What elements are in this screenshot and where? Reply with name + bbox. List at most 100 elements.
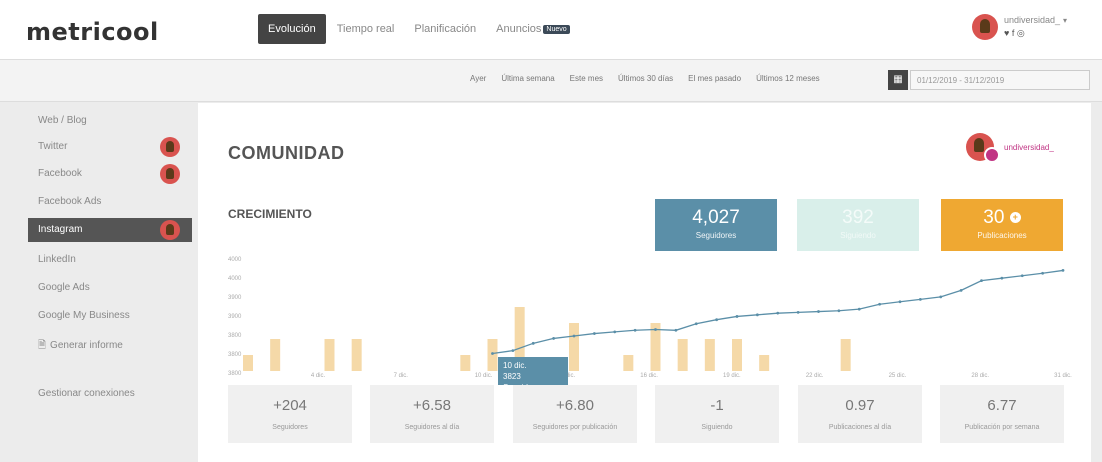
- metric-value: +6.80: [556, 397, 594, 414]
- sidebar-item-label: Facebook Ads: [38, 196, 102, 207]
- stat-label: Seguidores: [695, 231, 737, 240]
- sidebar-item-facebook[interactable]: Facebook: [28, 162, 192, 186]
- range-ayer[interactable]: Ayer: [470, 74, 486, 83]
- nav-anuncios[interactable]: Anuncios Nuevo: [487, 16, 579, 42]
- metric-label: Publicación por semana: [964, 424, 1040, 431]
- sidebar-item-generar-informe[interactable]: 🗎 Generar informe: [28, 332, 192, 356]
- metric-value: +204: [273, 397, 307, 414]
- main-panel: COMUNIDAD undiversidad_ CRECIMIENTO 4,02…: [198, 103, 1091, 462]
- chart-point: [918, 297, 922, 301]
- sidebar-item-twitter[interactable]: Twitter: [28, 135, 192, 159]
- x-tick-label: 10 dic.: [475, 373, 493, 379]
- sidebar-item-label: Google My Business: [38, 310, 130, 321]
- range-este-mes[interactable]: Este mes: [570, 74, 603, 83]
- sidebar-item-label: Generar informe: [50, 340, 123, 351]
- chart-point: [1020, 274, 1024, 278]
- metric-value: 6.77: [987, 397, 1017, 414]
- stat-number: 30: [983, 207, 1005, 228]
- range-mes-pasado[interactable]: El mes pasado: [688, 74, 741, 83]
- sidebar-item-linkedin[interactable]: LinkedIn: [28, 248, 192, 272]
- x-tick-label: 31 dic.: [1054, 373, 1072, 379]
- sidebar-item-web-blog[interactable]: Web / Blog: [28, 109, 192, 133]
- y-tick-label: 3900: [228, 295, 242, 301]
- x-tick-label: 16 dic.: [640, 373, 658, 379]
- sidebar-item-instagram[interactable]: Instagram: [28, 218, 192, 242]
- y-tick-label: 3900: [228, 314, 242, 320]
- profile-badge[interactable]: undiversidad_: [966, 133, 1054, 163]
- sidebar: Web / Blog Twitter Facebook Facebook Ads…: [0, 103, 196, 462]
- chart-tooltip: 10 dic. 3823 Seguidores: [498, 357, 568, 392]
- chart-point: [959, 288, 963, 292]
- user-info: undiversidad_ ▾ ♥ f ◎: [1004, 14, 1067, 39]
- stat-value: 30 +: [941, 207, 1063, 229]
- nav-evolucion[interactable]: Evolución: [258, 14, 326, 44]
- sidebar-item-google-ads[interactable]: Google Ads: [28, 276, 192, 300]
- chart-point: [694, 322, 698, 326]
- stat-label: Siguiendo: [840, 231, 876, 240]
- chart-point: [592, 332, 596, 335]
- x-tick-label: 25 dic.: [889, 373, 907, 379]
- chart-bar: [840, 339, 851, 371]
- chart-point: [1041, 271, 1045, 275]
- chart-bar: [623, 355, 634, 371]
- sidebar-item-facebook-ads[interactable]: Facebook Ads: [28, 190, 192, 214]
- calendar-icon[interactable]: ▦: [888, 70, 908, 90]
- nav-tiempo-real[interactable]: Tiempo real: [328, 16, 404, 42]
- sidebar-item-gestionar-conexiones[interactable]: Gestionar conexiones: [28, 382, 192, 406]
- chart-point: [511, 349, 515, 353]
- chart-point: [674, 328, 678, 332]
- date-range-input[interactable]: 01/12/2019 - 31/12/2019: [910, 70, 1090, 90]
- x-tick-label: 19 dic.: [723, 373, 741, 379]
- metric-label: Seguidores al día: [404, 424, 460, 431]
- user-avatar: [972, 14, 998, 40]
- sidebar-item-label: Instagram: [38, 224, 83, 235]
- chart-point: [837, 309, 841, 313]
- chart-point: [715, 318, 719, 322]
- instagram-icon: [984, 147, 1000, 163]
- chart-bar: [759, 355, 770, 371]
- range-ultimos-30[interactable]: Últimos 30 días: [618, 74, 673, 83]
- sidebar-item-label: Google Ads: [38, 282, 90, 293]
- sidebar-item-google-my-business[interactable]: Google My Business: [28, 304, 192, 328]
- metric-label: Seguidores: [272, 424, 308, 431]
- document-icon: 🗎: [38, 340, 47, 351]
- metric-seguidores-publicacion: +6.80 Seguidores por publicación: [513, 385, 637, 443]
- metric-seguidores: +204 Seguidores: [228, 385, 352, 443]
- account-avatar: [160, 220, 180, 240]
- chart-bar: [487, 339, 498, 371]
- chart-point: [776, 311, 780, 315]
- x-tick-label: 28 dic.: [971, 373, 989, 379]
- account-avatar: [160, 164, 180, 184]
- metric-seguidores-dia: +6.58 Seguidores al día: [370, 385, 494, 443]
- metric-label: Siguiendo: [701, 424, 733, 431]
- chart-point: [552, 337, 556, 340]
- metric-value: +6.58: [413, 397, 451, 414]
- app-logo[interactable]: metricool: [26, 18, 159, 46]
- metric-publicaciones-dia: 0.97 Publicaciones al día: [798, 385, 922, 443]
- range-ultima-semana[interactable]: Última semana: [501, 74, 554, 83]
- tooltip-date: 10 dic.: [503, 361, 527, 370]
- user-menu[interactable]: undiversidad_ ▾ ♥ f ◎: [972, 14, 1067, 40]
- chart-bar: [732, 339, 742, 371]
- sidebar-item-label: Facebook: [38, 168, 82, 179]
- range-ultimos-12-meses[interactable]: Últimos 12 meses: [756, 74, 820, 83]
- chart-point: [735, 315, 739, 318]
- chart-bar: [704, 339, 715, 371]
- y-tick-label: 4000: [228, 257, 242, 263]
- sidebar-item-label: Twitter: [38, 141, 68, 152]
- chart-point: [857, 307, 861, 311]
- metric-value: 0.97: [845, 397, 875, 414]
- sidebar-item-label: LinkedIn: [38, 254, 76, 265]
- account-avatar: [160, 137, 180, 157]
- chart-point: [980, 279, 983, 283]
- stat-value: 392: [842, 207, 874, 228]
- user-name: undiversidad_: [1004, 15, 1061, 25]
- growth-chart: 4000 4000 3900 3900 3800 3800 3800 4 dic. 7 dic.…: [228, 257, 1072, 379]
- metric-value: -1: [710, 397, 724, 414]
- sidebar-item-label: Web / Blog: [38, 115, 87, 126]
- x-tick-label: 22 dic.: [806, 373, 824, 379]
- date-range-bar: Ayer Última semana Este mes Últimos 30 d…: [0, 60, 1102, 102]
- nav-planificacion[interactable]: Planificación: [405, 16, 485, 42]
- chart-point: [1000, 276, 1004, 280]
- chart-point: [654, 328, 657, 331]
